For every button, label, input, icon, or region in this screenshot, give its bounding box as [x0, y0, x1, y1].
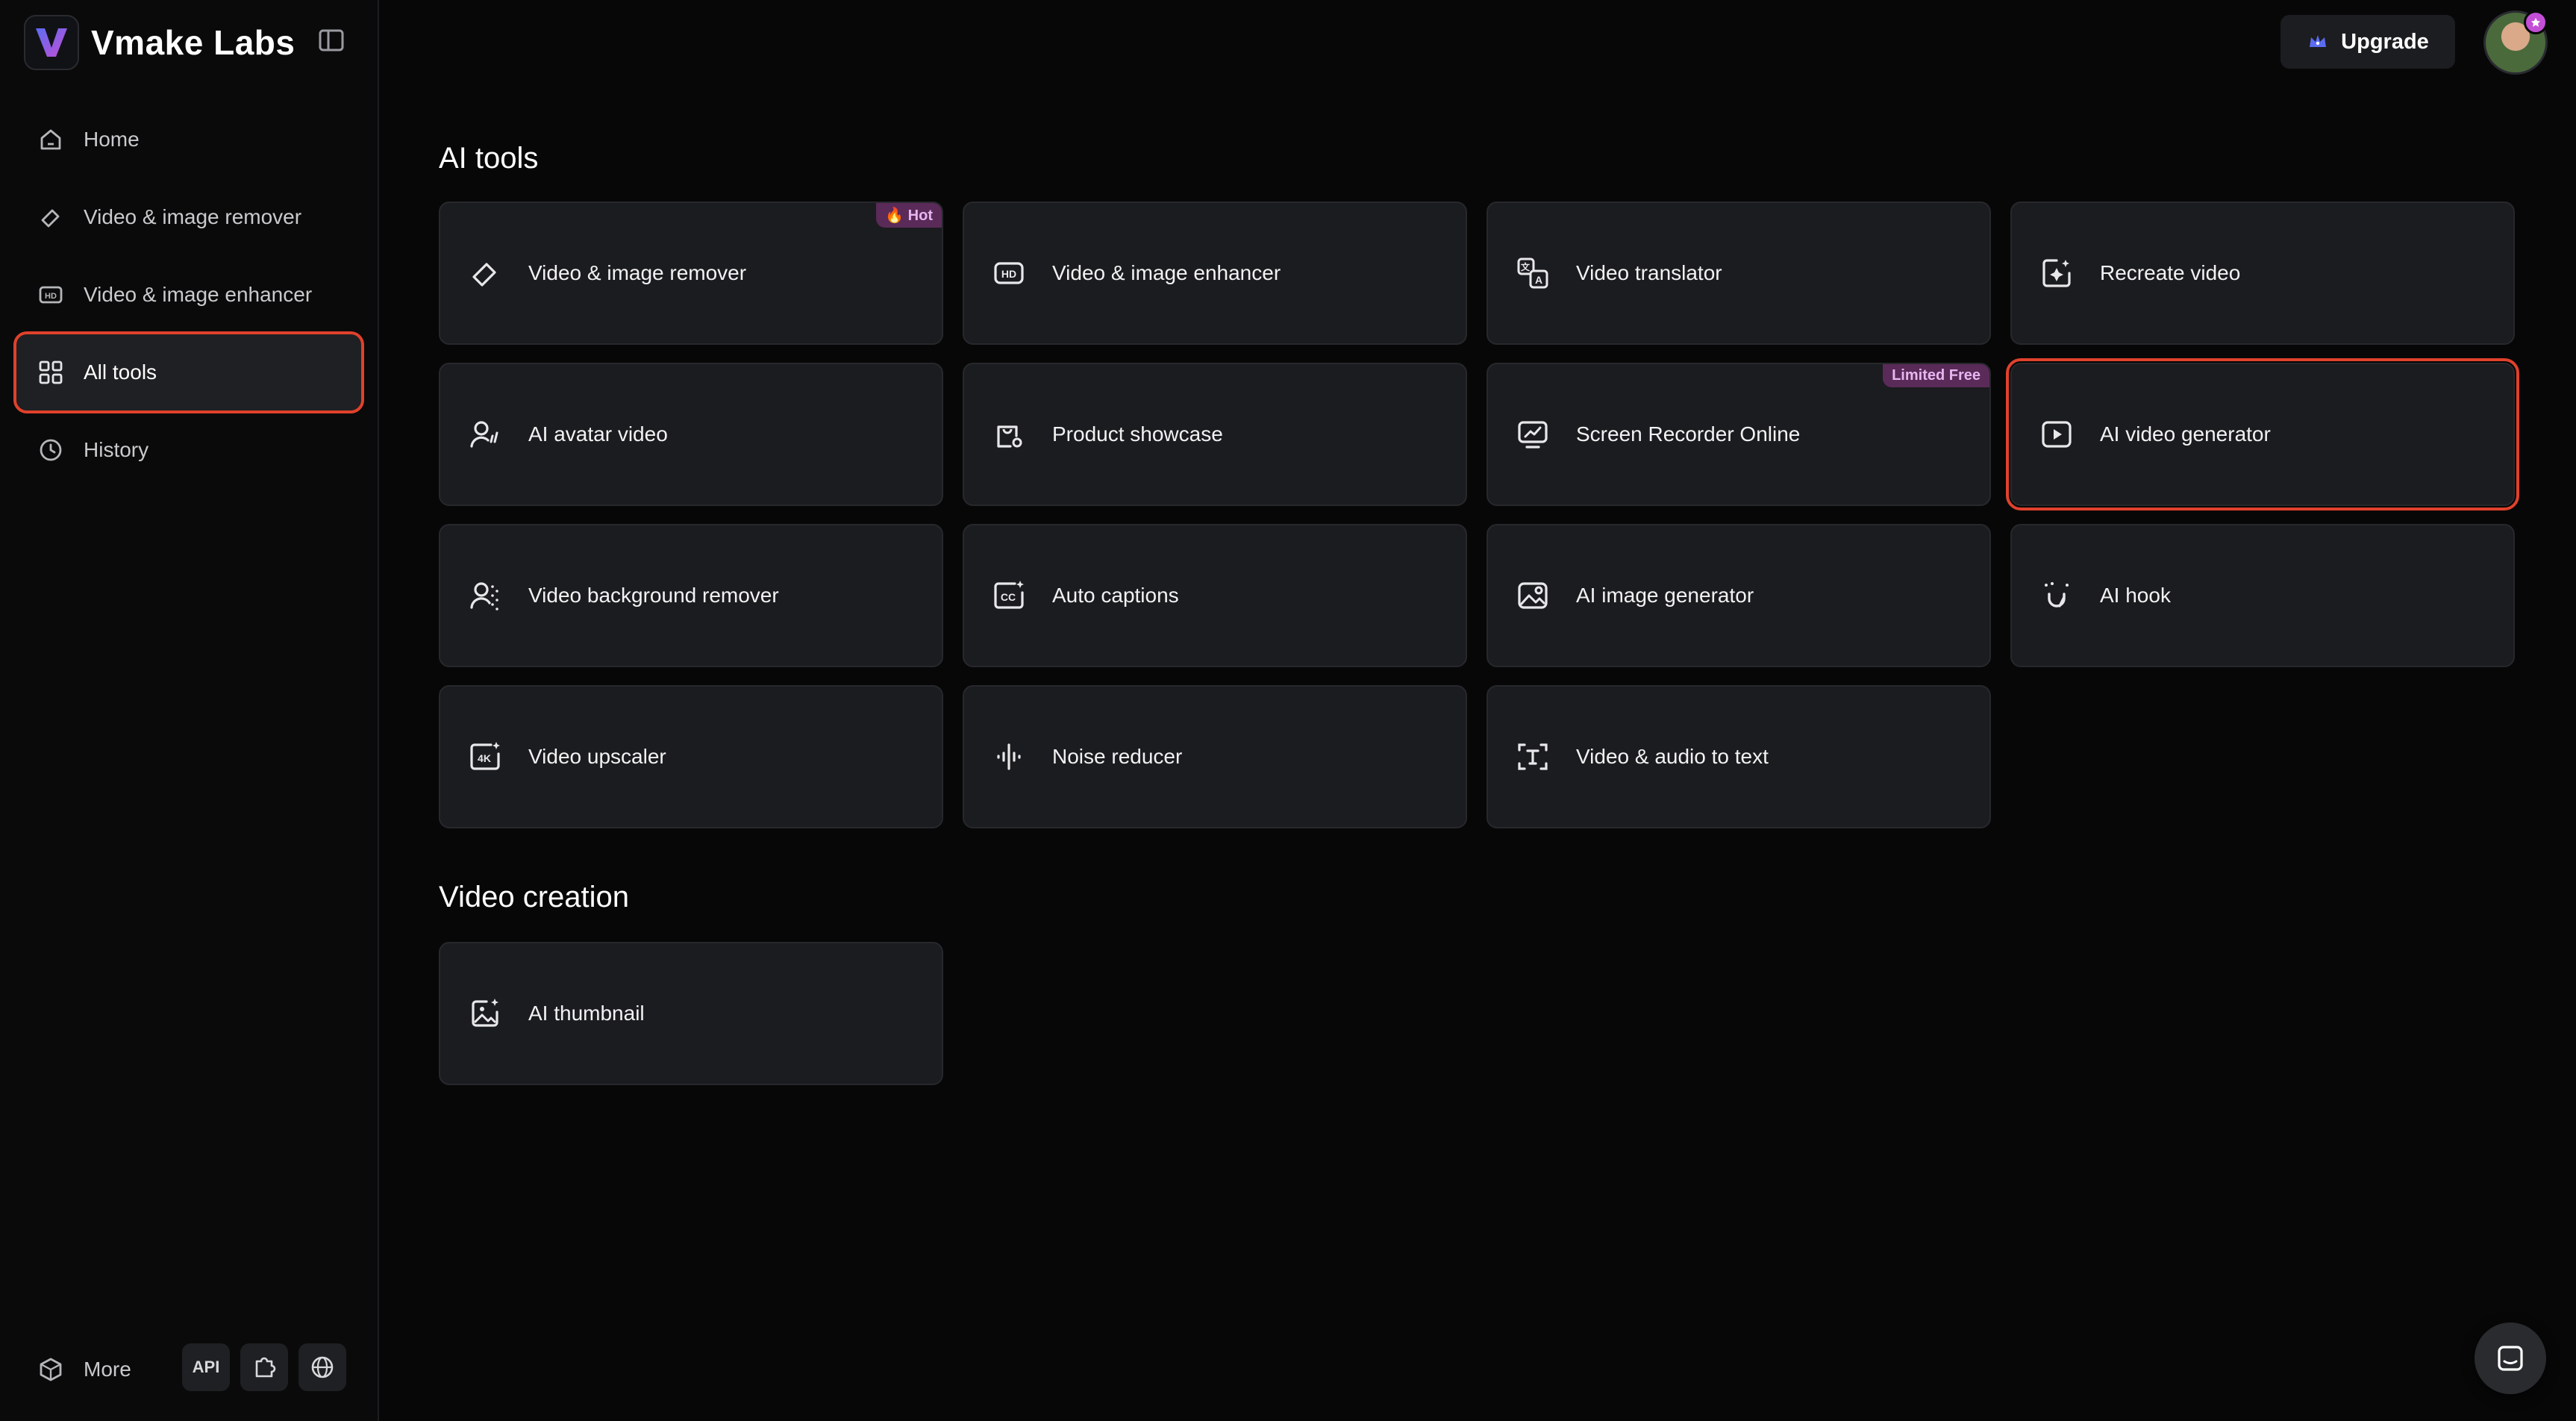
tool-card-auto-captions[interactable]: CC Auto captions	[963, 524, 1467, 667]
waveform-icon	[991, 739, 1027, 775]
tool-label: AI avatar video	[528, 422, 668, 446]
tool-card-ai-thumbnail[interactable]: AI thumbnail	[439, 942, 943, 1085]
brand[interactable]: Vmake Labs	[24, 15, 295, 70]
vmake-logo-icon	[24, 15, 79, 70]
tool-card-ai-avatar-video[interactable]: AI avatar video	[439, 363, 943, 506]
puzzle-icon	[251, 1355, 277, 1380]
shopping-bag-icon	[991, 416, 1027, 452]
api-button[interactable]: API	[182, 1343, 230, 1391]
screen-recorder-icon	[1515, 416, 1551, 452]
hd-icon: HD	[36, 280, 66, 310]
chat-icon	[2494, 1342, 2527, 1375]
sidebar-item-home[interactable]: Home	[16, 102, 361, 178]
sidebar-footer: More API	[16, 1343, 361, 1396]
svg-text:CC: CC	[1001, 591, 1016, 603]
limited-free-badge: Limited Free	[1883, 364, 1989, 387]
translate-icon: A文	[1515, 255, 1551, 291]
tool-card-noise-reducer[interactable]: Noise reducer	[963, 685, 1467, 828]
tool-label: AI thumbnail	[528, 1002, 645, 1025]
section-title-video-creation: Video creation	[439, 881, 629, 914]
tool-card-ai-hook[interactable]: AI hook	[2010, 524, 2515, 667]
hot-badge: 🔥 Hot	[876, 203, 942, 228]
section-title-ai-tools: AI tools	[439, 142, 539, 175]
eraser-icon	[36, 202, 66, 232]
thumbnail-icon	[467, 996, 503, 1031]
sidebar-item-enhancer[interactable]: HD Video & image enhancer	[16, 257, 361, 333]
grid-icon	[36, 357, 66, 387]
plugin-button[interactable]	[240, 1343, 288, 1391]
tool-card-recreate-video[interactable]: Recreate video	[2010, 202, 2515, 345]
text-scan-icon	[1515, 739, 1551, 775]
home-icon	[36, 125, 66, 154]
tool-card-ai-video-generator[interactable]: AI video generator	[2006, 358, 2519, 510]
svg-text:HD: HD	[1001, 268, 1016, 280]
tool-card-product-showcase[interactable]: Product showcase	[963, 363, 1467, 506]
sidebar-toggle-icon[interactable]	[318, 27, 345, 54]
more-label: More	[84, 1358, 131, 1381]
person-bg-remove-icon	[467, 578, 503, 613]
tool-label: Video background remover	[528, 584, 779, 607]
upgrade-button[interactable]: Upgrade	[2280, 15, 2455, 69]
tool-card-video-translator[interactable]: A文 Video translator	[1486, 202, 1991, 345]
clock-icon	[36, 435, 66, 465]
sidebar-item-label: Video & image remover	[84, 205, 302, 228]
sidebar-item-all-tools[interactable]: All tools	[13, 331, 364, 413]
footer-buttons: API	[182, 1343, 346, 1391]
tool-label: Video upscaler	[528, 745, 666, 768]
premium-badge-icon	[2524, 10, 2548, 34]
play-icon	[2039, 416, 2075, 452]
sidebar-nav: Home Video & image remover HD Video & im…	[13, 102, 364, 490]
tool-card-video-upscaler[interactable]: 4K Video upscaler	[439, 685, 943, 828]
tool-card-video-image-remover[interactable]: 🔥 Hot Video & image remover	[439, 202, 943, 345]
tool-label: Screen Recorder Online	[1576, 422, 1801, 446]
svg-text:A: A	[1535, 274, 1542, 286]
avatar-voice-icon	[467, 416, 503, 452]
4k-icon: 4K	[467, 739, 503, 775]
magnet-icon	[2039, 578, 2075, 613]
sidebar: Vmake Labs Home Video & image remover HD…	[0, 0, 379, 1421]
sidebar-item-history[interactable]: History	[16, 412, 361, 488]
tool-label: Video translator	[1576, 261, 1722, 284]
tool-card-video-background-remover[interactable]: Video background remover	[439, 524, 943, 667]
brand-name: Vmake Labs	[91, 23, 296, 62]
tool-label: AI hook	[2100, 584, 2171, 607]
svg-text:HD: HD	[45, 292, 57, 301]
tool-label: Noise reducer	[1052, 745, 1183, 768]
sidebar-item-remover[interactable]: Video & image remover	[16, 179, 361, 255]
tool-card-screen-recorder[interactable]: Limited Free Screen Recorder Online	[1486, 363, 1991, 506]
tool-card-video-image-enhancer[interactable]: HD Video & image enhancer	[963, 202, 1467, 345]
language-button[interactable]	[298, 1343, 346, 1391]
sidebar-item-label: Video & image enhancer	[84, 283, 313, 306]
tool-label: AI video generator	[2100, 422, 2271, 446]
tool-label: Recreate video	[2100, 261, 2241, 284]
chat-support-button[interactable]	[2475, 1322, 2546, 1394]
svg-text:4K: 4K	[478, 752, 491, 764]
cc-icon: CC	[991, 578, 1027, 613]
tool-card-video-audio-to-text[interactable]: Video & audio to text	[1486, 685, 1991, 828]
hd-icon: HD	[991, 255, 1027, 291]
more-button[interactable]: More	[16, 1355, 131, 1384]
svg-text:文: 文	[1521, 261, 1531, 272]
sidebar-item-label: Home	[84, 128, 140, 151]
tool-label: Product showcase	[1052, 422, 1223, 446]
image-icon	[1515, 578, 1551, 613]
tool-label: Video & audio to text	[1576, 745, 1769, 768]
tool-label: Video & image enhancer	[1052, 261, 1281, 284]
tool-label: Video & image remover	[528, 261, 747, 284]
recreate-icon	[2039, 255, 2075, 291]
sidebar-item-label: All tools	[84, 360, 157, 384]
globe-icon	[310, 1355, 335, 1380]
tool-label: AI image generator	[1576, 584, 1754, 607]
tool-card-ai-image-generator[interactable]: AI image generator	[1486, 524, 1991, 667]
tool-label: Auto captions	[1052, 584, 1179, 607]
cube-icon	[36, 1355, 66, 1384]
upgrade-label: Upgrade	[2341, 29, 2429, 54]
eraser-icon	[467, 255, 503, 291]
sidebar-item-label: History	[84, 438, 149, 461]
crown-icon	[2307, 31, 2329, 53]
